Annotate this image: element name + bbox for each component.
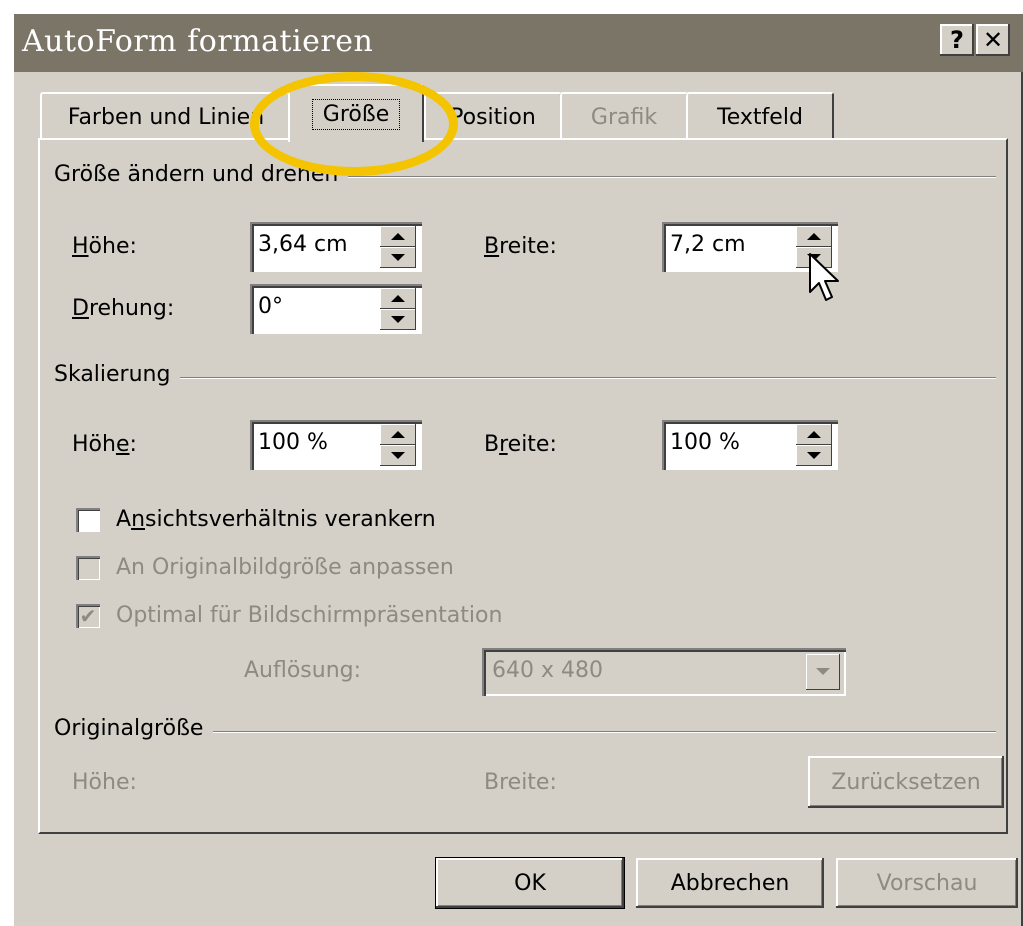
tab-grafik: Grafik — [560, 92, 688, 140]
close-icon: ✕ — [982, 26, 1004, 54]
ok-label: OK — [514, 870, 546, 896]
cancel-button[interactable]: Abbrechen — [636, 858, 824, 908]
ok-button[interactable]: OK — [436, 858, 624, 908]
tab-label: Farben und Linien — [67, 104, 265, 130]
help-button[interactable]: ? — [940, 24, 974, 56]
mouse-pointer-icon — [809, 253, 839, 301]
preview-label: Vorschau — [876, 870, 978, 896]
cancel-label: Abbrechen — [670, 870, 790, 896]
highlight-circle — [250, 72, 458, 176]
preview-button: Vorschau — [836, 858, 1018, 908]
tab-label: Position — [450, 104, 536, 130]
window-title: AutoForm formatieren — [22, 24, 374, 59]
tab-label: Grafik — [590, 104, 658, 130]
question-mark-icon: ? — [950, 26, 964, 54]
close-button[interactable]: ✕ — [976, 24, 1010, 56]
tab-textfeld[interactable]: Textfeld — [686, 92, 834, 140]
tab-label: Textfeld — [717, 104, 803, 130]
tab-panel — [38, 138, 1008, 834]
title-bar[interactable]: AutoForm formatieren ? ✕ — [14, 14, 1023, 72]
